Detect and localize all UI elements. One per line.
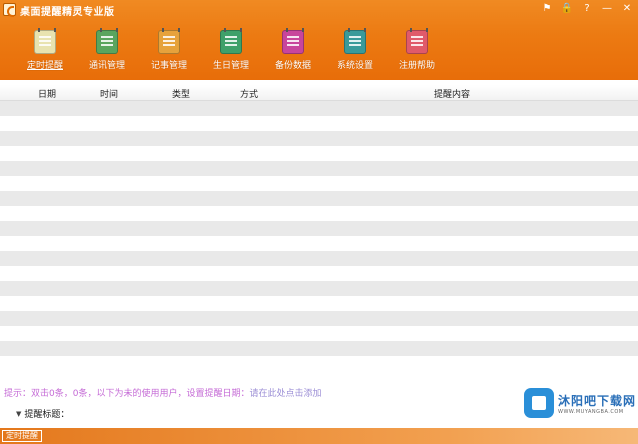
table-row[interactable] — [0, 251, 638, 266]
table-row[interactable] — [0, 281, 638, 296]
help-icon[interactable]: ? — [580, 2, 594, 16]
watermark-url: WWW.MUYANGBA.COM — [558, 408, 624, 415]
table-row[interactable] — [0, 221, 638, 236]
close-button[interactable]: ✕ — [620, 2, 634, 16]
toolbar-label: 通讯管理 — [88, 61, 125, 71]
toolbar-label: 定时提醒 — [26, 61, 63, 71]
reminder-title-row[interactable]: ▼ 提醒标题： — [16, 407, 70, 421]
table-row[interactable] — [0, 356, 638, 371]
timed-reminder-icon — [34, 28, 56, 54]
toolbar-label: 生日管理 — [212, 61, 249, 71]
column-header-method[interactable]: 方式 — [240, 87, 258, 100]
app-window: 桌面提醒精灵专业版 ⚑ 🔒 ? — ✕ 定时提醒 通讯管理 记事管理 生日管理 备份数据… — [0, 0, 638, 444]
backup-icon — [282, 28, 304, 54]
tip-text: 双击0条，0条，以下为未的使用用户， — [31, 389, 187, 399]
watermark: 沐阳吧下载网 WWW.MUYANGBA.COM — [524, 388, 636, 418]
table-row[interactable] — [0, 206, 638, 221]
column-header-type[interactable]: 类型 — [172, 87, 190, 100]
register-help-icon — [406, 28, 428, 54]
table-row[interactable] — [0, 101, 638, 116]
toolbar-label: 记事管理 — [150, 61, 187, 71]
toolbar-label: 备份数据 — [274, 61, 311, 71]
window-title: 桌面提醒精灵专业版 — [20, 7, 115, 18]
table-row[interactable] — [0, 311, 638, 326]
contacts-icon — [96, 28, 118, 54]
watermark-text: 沐阳吧下载网 WWW.MUYANGBA.COM — [558, 392, 636, 415]
app-logo-icon — [3, 3, 16, 17]
table-row[interactable] — [0, 326, 638, 341]
settings-icon — [344, 28, 366, 54]
header: 桌面提醒精灵专业版 ⚑ 🔒 ? — ✕ 定时提醒 通讯管理 记事管理 生日管理 备份数据… — [0, 0, 638, 80]
reminder-title-label: 提醒标题： — [24, 410, 70, 420]
table-row[interactable] — [0, 176, 638, 191]
lock-icon[interactable]: 🔒 — [560, 2, 574, 16]
toolbar-button-register-help[interactable]: 注册帮助 — [386, 28, 448, 74]
tip-note: 请在此处点击添加 — [249, 389, 322, 399]
toolbar: 定时提醒 通讯管理 记事管理 生日管理 备份数据 系统设置 注册帮助 — [14, 28, 448, 74]
table-header: 日期 时间 类型 方式 提醒内容 — [0, 85, 638, 101]
tip-link[interactable]: 设置提醒日期： — [186, 389, 249, 399]
flag-icon[interactable]: ⚑ — [540, 2, 554, 16]
table-body — [0, 101, 638, 371]
status-timed-reminder-button[interactable]: 定时提醒 — [2, 430, 42, 442]
watermark-logo-icon — [524, 388, 554, 418]
toolbar-button-settings[interactable]: 系统设置 — [324, 28, 386, 74]
toolbar-button-birthday[interactable]: 生日管理 — [200, 28, 262, 74]
table-row[interactable] — [0, 341, 638, 356]
title-bar: 桌面提醒精灵专业版 ⚑ 🔒 ? — ✕ — [0, 0, 638, 20]
table-row[interactable] — [0, 236, 638, 251]
minimize-button[interactable]: — — [600, 2, 614, 16]
tip-line: 提示：双击0条，0条，以下为未的使用用户，设置提醒日期：请在此处点击添加 — [4, 386, 322, 399]
table-row[interactable] — [0, 296, 638, 311]
column-header-content[interactable]: 提醒内容 — [434, 87, 470, 100]
toolbar-button-timed-reminder[interactable]: 定时提醒 — [14, 28, 76, 74]
toolbar-label: 注册帮助 — [398, 61, 435, 71]
tip-prefix: 提示： — [4, 389, 32, 399]
toolbar-label: 系统设置 — [336, 61, 373, 71]
table-row[interactable] — [0, 191, 638, 206]
table-row[interactable] — [0, 131, 638, 146]
toolbar-button-backup[interactable]: 备份数据 — [262, 28, 324, 74]
table-row[interactable] — [0, 116, 638, 131]
column-header-date[interactable]: 日期 — [38, 87, 56, 100]
reminder-table: 日期 时间 类型 方式 提醒内容 — [0, 85, 638, 371]
window-controls: ⚑ 🔒 ? — ✕ — [540, 2, 634, 16]
notes-icon — [158, 28, 180, 54]
toolbar-button-contacts[interactable]: 通讯管理 — [76, 28, 138, 74]
table-row[interactable] — [0, 146, 638, 161]
table-row[interactable] — [0, 161, 638, 176]
table-row[interactable] — [0, 266, 638, 281]
status-bar: 定时提醒 — [0, 428, 638, 444]
expand-triangle-icon[interactable]: ▼ — [16, 410, 21, 418]
column-header-time[interactable]: 时间 — [100, 87, 118, 100]
toolbar-button-notes[interactable]: 记事管理 — [138, 28, 200, 74]
watermark-name: 沐阳吧下载网 — [558, 393, 637, 408]
birthday-icon — [220, 28, 242, 54]
